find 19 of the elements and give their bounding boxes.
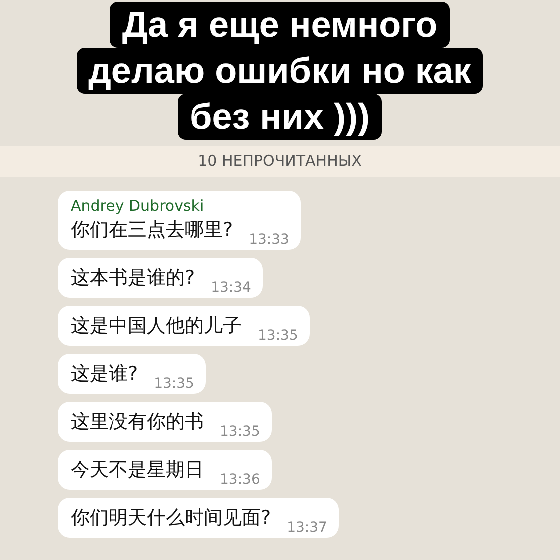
message-text: 这是谁? [71,362,138,386]
message-time: 13:35 [258,326,298,344]
message-time: 13:37 [287,518,328,536]
message-time: 13:36 [220,470,260,488]
message-time: 13:33 [249,230,290,248]
message-time: 13:35 [154,374,194,392]
message-text: 这里没有你的书 [71,410,204,434]
message-text: 这本书是谁的? [71,266,196,290]
caption-text: Да я еще немного [110,2,450,48]
message-time: 13:35 [220,422,260,440]
message-text: 今天不是星期日 [71,458,204,482]
message-text: 你们在三点去哪里? [71,218,234,242]
message-time: 13:34 [211,278,252,296]
caption-text: без них ))) [178,94,382,140]
caption-text: делаю ошибки но как [76,48,484,94]
unread-messages-banner: 10 НЕПРОЧИТАННЫХ [0,146,560,176]
sender-name: Andrey Dubrovski [71,196,206,216]
message-text: 你们明天什么时间见面? [71,506,272,530]
message-text: 这是中国人他的儿子 [71,314,242,338]
